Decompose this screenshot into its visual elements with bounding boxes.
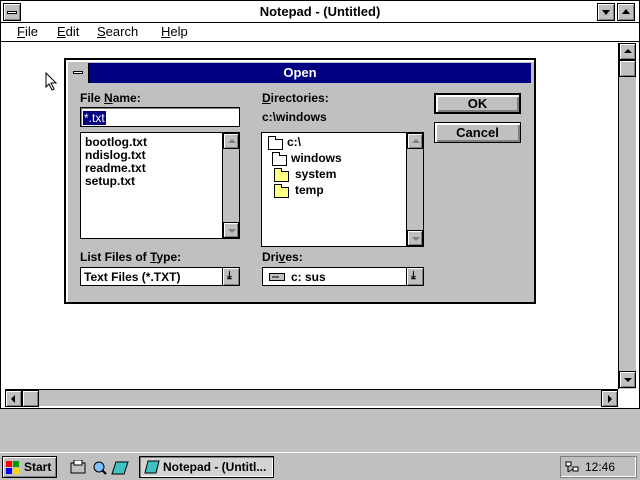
scroll-up-button[interactable] xyxy=(619,43,636,60)
dropdown-arrow-icon: ⤓ xyxy=(227,270,232,282)
folder-open-icon xyxy=(272,152,287,166)
windows-logo-icon xyxy=(6,461,19,474)
scroll-up-button[interactable] xyxy=(223,133,239,149)
ok-button[interactable]: OK xyxy=(434,93,521,114)
tree-item-root[interactable]: c:\ xyxy=(287,135,301,149)
folder-open-icon xyxy=(268,136,283,150)
file-type-select[interactable]: Text Files (*.TXT) ⤓ xyxy=(80,267,240,286)
files-scrollbar[interactable] xyxy=(222,133,239,238)
maximize-button[interactable] xyxy=(617,3,635,21)
current-directory: c:\windows xyxy=(262,110,327,124)
arrow-down-icon xyxy=(624,378,632,382)
file-name-selection: *.txt xyxy=(83,111,106,125)
minimize-button[interactable] xyxy=(597,3,615,21)
cancel-button[interactable]: Cancel xyxy=(434,122,521,143)
list-item[interactable]: bootlog.txt xyxy=(85,135,147,149)
scroll-up-button[interactable] xyxy=(407,133,423,149)
directories-scrollbar[interactable] xyxy=(406,133,423,246)
network-icon[interactable] xyxy=(565,461,579,473)
menu-search[interactable]: Search xyxy=(97,24,138,39)
directories-tree[interactable]: c:\ windows system temp xyxy=(261,132,424,247)
directories-label: Directories: xyxy=(262,91,329,105)
drives-select[interactable]: c: sus ⤓ xyxy=(262,267,424,286)
scroll-down-button[interactable] xyxy=(223,222,239,238)
system-tray: 12:46 PM xyxy=(560,456,637,478)
dialog-title: Open xyxy=(283,65,317,80)
menu-file[interactable]: File xyxy=(17,24,38,39)
drives-label: Drives: xyxy=(262,250,303,264)
arrow-up-icon xyxy=(412,139,420,143)
tree-item-windows[interactable]: windows xyxy=(291,151,342,165)
scroll-thumb[interactable] xyxy=(619,60,636,77)
tree-item-temp[interactable]: temp xyxy=(295,183,324,197)
notepad-icon xyxy=(144,460,160,474)
mouse-cursor-icon xyxy=(45,72,58,91)
start-button[interactable]: Start xyxy=(2,456,57,478)
window-title: Notepad - (Untitled) xyxy=(259,4,381,19)
file-name-label: File Name: xyxy=(80,91,141,105)
quick-launch-icons[interactable] xyxy=(70,460,130,476)
arrow-up-icon xyxy=(228,139,236,143)
hscroll-thumb[interactable] xyxy=(22,390,39,407)
scroll-down-button[interactable] xyxy=(619,371,636,388)
maximize-icon xyxy=(622,9,630,14)
arrow-down-icon xyxy=(412,237,420,241)
scroll-right-button[interactable] xyxy=(601,390,618,407)
list-item[interactable]: readme.txt xyxy=(85,161,146,175)
folder-icon xyxy=(274,184,289,198)
dropdown-arrow-icon: ⤓ xyxy=(411,270,416,282)
minimize-icon xyxy=(602,10,610,15)
file-type-label: List Files of Type: xyxy=(80,250,182,264)
drive-icon xyxy=(269,273,285,281)
vertical-scrollbar[interactable] xyxy=(618,43,636,389)
title-bar[interactable]: Notepad - (Untitled) xyxy=(1,1,639,23)
scroll-down-button[interactable] xyxy=(407,230,423,246)
list-item[interactable]: ndislog.txt xyxy=(85,148,146,162)
open-dialog: Open File Name: *.txt bootlog.txt ndislo… xyxy=(64,58,536,304)
arrow-down-icon xyxy=(228,229,236,233)
arrow-right-icon xyxy=(608,395,612,403)
menu-bar: File Edit Search Help xyxy=(1,23,639,42)
arrow-up-icon xyxy=(624,49,632,53)
dialog-system-menu-icon[interactable] xyxy=(69,63,89,83)
horizontal-scrollbar[interactable] xyxy=(5,389,618,407)
folder-icon xyxy=(274,168,289,182)
dialog-title-bar[interactable]: Open xyxy=(69,63,531,83)
scroll-left-button[interactable] xyxy=(5,390,22,407)
file-name-input[interactable]: *.txt xyxy=(80,107,240,127)
task-notepad[interactable]: Notepad - (Untitl... xyxy=(139,456,274,478)
clock: 12:46 PM xyxy=(585,460,616,474)
dropdown-button[interactable]: ⤓ xyxy=(222,268,239,285)
dropdown-button[interactable]: ⤓ xyxy=(406,268,423,285)
menu-help[interactable]: Help xyxy=(161,24,188,39)
files-list[interactable]: bootlog.txt ndislog.txt readme.txt setup… xyxy=(80,132,240,239)
arrow-left-icon xyxy=(11,395,15,403)
menu-edit[interactable]: Edit xyxy=(57,24,79,39)
list-item[interactable]: setup.txt xyxy=(85,174,135,188)
taskbar: Start Notepad - (Untitl... 12:46 PM xyxy=(0,452,640,480)
tree-item-system[interactable]: system xyxy=(295,167,336,181)
